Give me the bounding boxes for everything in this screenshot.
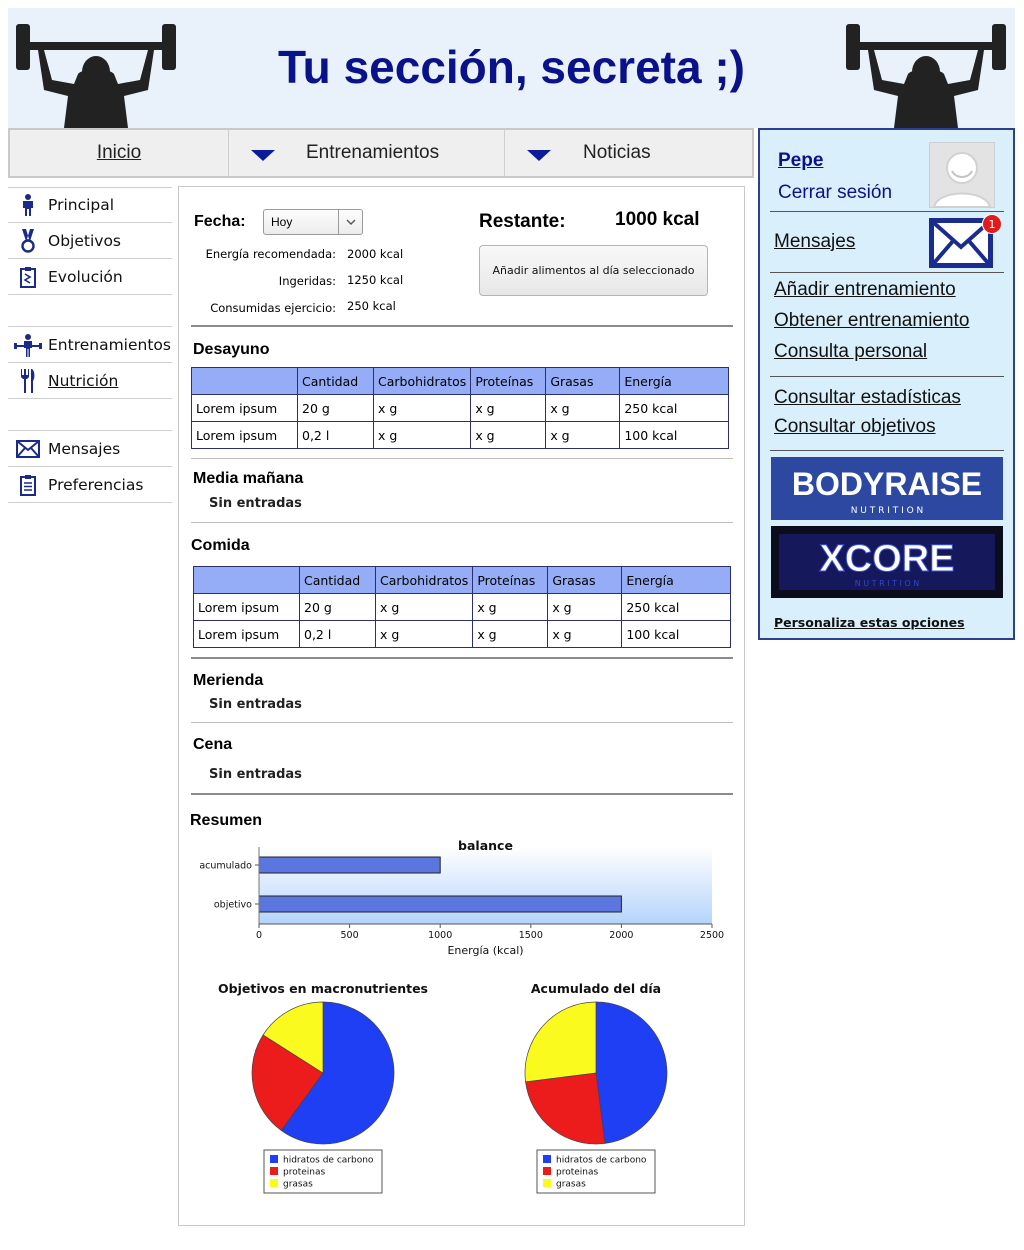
weightlifter-logo bbox=[16, 24, 176, 128]
nav-tab-label: Inicio bbox=[96, 142, 142, 163]
main-panel: Fecha: Hoy Energía recomendada: 2000 kca… bbox=[178, 186, 745, 1226]
sidebar-item-label: Principal bbox=[48, 196, 115, 214]
sidebar-item-label: Mensajes bbox=[48, 439, 121, 458]
page-header: Tu sección, secreta ;) bbox=[8, 8, 1015, 128]
weightlifter-icon bbox=[8, 333, 48, 357]
banner-brand: BODYRAISE bbox=[792, 466, 982, 502]
y-tick-label: objetivo bbox=[214, 900, 252, 911]
add-training-link[interactable]: Añadir entrenamiento bbox=[774, 279, 956, 301]
bar bbox=[258, 856, 441, 874]
legend-label: hidratos de carbono bbox=[283, 1156, 374, 1166]
chart-title: Objetivos en macronutrientes bbox=[218, 981, 428, 996]
sidebar-item-label: Entrenamientos bbox=[48, 335, 171, 354]
banner-sub: N U T R I T I O N bbox=[855, 579, 920, 588]
sidebar-divider bbox=[8, 295, 172, 327]
avatar bbox=[929, 142, 995, 208]
divider bbox=[770, 211, 1004, 212]
legend-swatch bbox=[543, 1167, 551, 1175]
x-tick-label: 500 bbox=[341, 930, 359, 941]
x-tick-label: 0 bbox=[256, 930, 262, 941]
caret-down-icon bbox=[527, 150, 551, 161]
clipboard-list-icon bbox=[8, 474, 48, 496]
legend-label: grasas bbox=[283, 1180, 313, 1190]
sidebar-item-mensajes[interactable]: Mensajes bbox=[8, 431, 172, 467]
page-title: Tu sección, secreta ;) bbox=[278, 41, 745, 93]
nav-tab-inicio[interactable]: Inicio bbox=[10, 130, 228, 176]
bodyraise-banner[interactable]: BODYRAISE N U T R I T I O N bbox=[771, 457, 1003, 520]
legend-label: grasas bbox=[556, 1180, 586, 1190]
user-name-link[interactable]: Pepe bbox=[778, 150, 823, 172]
personal-query-link[interactable]: Consulta personal bbox=[774, 341, 927, 363]
medal-icon bbox=[8, 228, 48, 253]
pie-slice bbox=[525, 1072, 606, 1145]
x-tick-label: 2000 bbox=[609, 930, 633, 941]
sidebar-divider bbox=[8, 399, 172, 431]
x-axis-label: Energía (kcal) bbox=[447, 944, 523, 957]
chart-title: balance bbox=[458, 838, 513, 853]
legend-swatch bbox=[270, 1179, 278, 1187]
y-tick-label: acumulado bbox=[199, 861, 252, 872]
right-panel: Pepe Cerrar sesión Mensajes 1 Añadir ent… bbox=[758, 128, 1015, 640]
legend-label: proteinas bbox=[283, 1168, 326, 1178]
divider bbox=[770, 376, 1004, 377]
sidebar-item-principal[interactable]: Principal bbox=[8, 187, 172, 223]
stats-link[interactable]: Consultar estadísticas bbox=[774, 387, 961, 409]
top-navigation: Inicio Entrenamientos Noticias bbox=[8, 128, 754, 178]
summary-charts: balance acumulado objetivo 0 500 1000 1500 2000… bbox=[199, 838, 724, 1194]
sidebar-item-entrenamientos[interactable]: Entrenamientos bbox=[8, 327, 172, 363]
sidebar-item-evolucion[interactable]: Evolución bbox=[8, 259, 172, 295]
divider bbox=[770, 272, 1004, 273]
get-training-link[interactable]: Obtener entrenamiento bbox=[774, 310, 969, 332]
legend-swatch bbox=[543, 1179, 551, 1187]
banner-brand: XCORE bbox=[819, 538, 954, 580]
weightlifter-logo bbox=[846, 24, 1006, 128]
x-tick-label: 2500 bbox=[700, 930, 724, 941]
legend-label: hidratos de carbono bbox=[556, 1156, 647, 1166]
nav-tab-noticias[interactable]: Noticias bbox=[504, 130, 752, 176]
unread-badge: 1 bbox=[982, 214, 1002, 234]
sidebar-item-nutricion[interactable]: Nutrición bbox=[8, 363, 172, 399]
sidebar-item-label: Evolución bbox=[48, 267, 123, 286]
sidebar: Principal Objetivos Evolución Entrenamie… bbox=[8, 187, 172, 503]
pie-slice bbox=[595, 1001, 668, 1144]
logout-link[interactable]: Cerrar sesión bbox=[778, 182, 892, 204]
nav-tab-entrenamientos[interactable]: Entrenamientos bbox=[228, 130, 504, 176]
pie-slice bbox=[524, 1001, 597, 1083]
sidebar-item-objetivos[interactable]: Objetivos bbox=[8, 223, 172, 259]
sidebar-item-label: Nutrición bbox=[48, 371, 119, 390]
xcore-banner[interactable]: XCORE N U T R I T I O N bbox=[771, 526, 1003, 598]
caret-down-icon bbox=[251, 150, 275, 161]
banner-sub: N U T R I T I O N bbox=[851, 506, 924, 516]
legend-swatch bbox=[270, 1155, 278, 1163]
customize-options-link[interactable]: Personaliza estas opciones bbox=[774, 615, 965, 630]
sidebar-item-preferencias[interactable]: Preferencias bbox=[8, 467, 172, 503]
legend-swatch bbox=[270, 1167, 278, 1175]
sidebar-item-label: Preferencias bbox=[48, 475, 144, 494]
bar bbox=[258, 895, 622, 913]
legend-swatch bbox=[543, 1155, 551, 1163]
nav-tab-label: Entrenamientos bbox=[306, 142, 440, 163]
clipboard-chart-icon bbox=[8, 266, 48, 288]
messages-link[interactable]: Mensajes bbox=[774, 231, 855, 253]
cutlery-icon bbox=[8, 368, 48, 393]
chart-title: Acumulado del día bbox=[531, 981, 661, 996]
nav-tab-label: Noticias bbox=[583, 142, 651, 163]
objectives-link[interactable]: Consultar objetivos bbox=[774, 416, 936, 438]
sidebar-item-label: Objetivos bbox=[48, 231, 121, 250]
x-tick-label: 1500 bbox=[519, 930, 543, 941]
envelope-icon bbox=[8, 439, 48, 458]
x-tick-label: 1000 bbox=[428, 930, 452, 941]
legend-label: proteinas bbox=[556, 1168, 599, 1178]
divider bbox=[770, 450, 1004, 451]
person-icon bbox=[8, 194, 48, 216]
